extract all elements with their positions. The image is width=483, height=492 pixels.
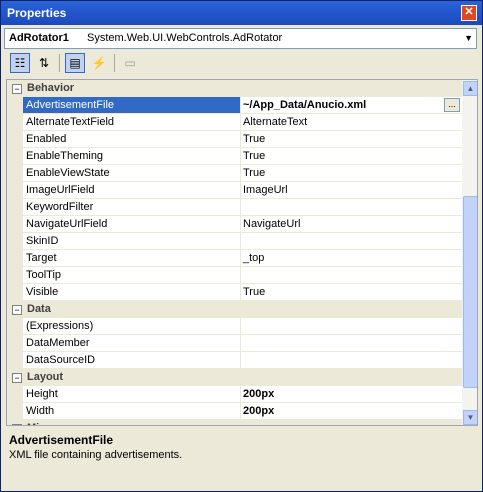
property-row[interactable]: EnableViewState True: [7, 165, 462, 182]
property-name: (Expressions): [23, 318, 241, 335]
object-type: System.Web.UI.WebControls.AdRotator: [87, 32, 283, 44]
property-row[interactable]: (Expressions): [7, 318, 462, 335]
property-name: DataMember: [23, 335, 241, 352]
property-value[interactable]: 200px: [240, 403, 462, 420]
property-name: Height: [23, 386, 241, 403]
category-layout[interactable]: − Layout: [7, 369, 462, 386]
property-value[interactable]: [240, 199, 462, 216]
property-name: EnableViewState: [23, 165, 241, 182]
dropdown-arrow-icon[interactable]: ▼: [464, 33, 473, 43]
property-row[interactable]: ToolTip: [7, 267, 462, 284]
toolbar-separator: [59, 54, 60, 72]
property-name: DataSourceID: [23, 352, 241, 369]
property-name: Target: [23, 250, 241, 267]
property-name: EnableTheming: [23, 148, 241, 165]
collapse-icon[interactable]: −: [12, 84, 22, 94]
property-name: Visible: [23, 284, 241, 301]
property-row[interactable]: SkinID: [7, 233, 462, 250]
collapse-icon[interactable]: −: [12, 305, 22, 315]
property-row[interactable]: DataSourceID: [7, 352, 462, 369]
property-value[interactable]: True: [240, 284, 462, 301]
toolbar-separator: [114, 54, 115, 72]
close-button[interactable]: ✕: [461, 5, 477, 21]
property-pages-icon[interactable]: ▭: [120, 53, 140, 73]
description-panel: AdvertisementFile XML file containing ad…: [4, 427, 477, 489]
vertical-scrollbar[interactable]: ▲ ▼: [462, 80, 477, 425]
property-value[interactable]: [240, 352, 462, 369]
property-value[interactable]: ImageUrl: [240, 182, 462, 199]
description-text: XML file containing advertisements.: [9, 449, 183, 461]
title-bar[interactable]: Properties ✕: [1, 1, 482, 25]
object-selector-dropdown[interactable]: AdRotator1 System.Web.UI.WebControls.AdR…: [4, 28, 477, 49]
property-name: ToolTip: [23, 267, 241, 284]
property-row[interactable]: ImageUrlField ImageUrl: [7, 182, 462, 199]
properties-window: Properties ✕ AdRotator1 System.Web.UI.We…: [0, 0, 483, 492]
property-name: Width: [23, 403, 241, 420]
category-misc[interactable]: − Mi: [7, 420, 462, 425]
property-name: Enabled: [23, 131, 241, 148]
property-row[interactable]: NavigateUrlField NavigateUrl: [7, 216, 462, 233]
scroll-up-icon[interactable]: ▲: [463, 81, 477, 96]
property-value[interactable]: [240, 318, 462, 335]
object-name: AdRotator1: [9, 32, 69, 44]
property-value[interactable]: [240, 335, 462, 352]
property-value[interactable]: ~/App_Data/Anucio.xml: [240, 97, 462, 114]
property-row[interactable]: Target _top: [7, 250, 462, 267]
browse-button[interactable]: ...: [444, 98, 460, 112]
property-row[interactable]: KeywordFilter: [7, 199, 462, 216]
property-row[interactable]: Height 200px: [7, 386, 462, 403]
property-row[interactable]: Enabled True: [7, 131, 462, 148]
category-label: Layout: [27, 371, 64, 383]
property-name: KeywordFilter: [23, 199, 241, 216]
category-data[interactable]: − Data: [7, 301, 462, 318]
property-value[interactable]: True: [240, 148, 462, 165]
property-value[interactable]: [240, 267, 462, 284]
property-row[interactable]: AdvertisementFile ~/App_Data/Anucio.xml …: [7, 97, 462, 114]
property-name: ImageUrlField: [23, 182, 241, 199]
property-row[interactable]: DataMember: [7, 335, 462, 352]
property-row[interactable]: Width 200px: [7, 403, 462, 420]
alphabetical-icon[interactable]: ⇅: [34, 53, 54, 73]
property-grid: − Behavior AdvertisementFile ~/App_Data/…: [6, 79, 478, 426]
categorized-icon[interactable]: ☷: [10, 53, 30, 73]
property-name: AdvertisementFile: [23, 97, 241, 114]
property-name: SkinID: [23, 233, 241, 250]
property-value[interactable]: _top: [240, 250, 462, 267]
scroll-thumb[interactable]: [463, 196, 477, 388]
category-label: Behavior: [27, 82, 75, 94]
events-icon[interactable]: ⚡: [89, 53, 109, 73]
property-row[interactable]: EnableTheming True: [7, 148, 462, 165]
property-row[interactable]: AlternateTextField AlternateText: [7, 114, 462, 131]
category-behavior[interactable]: − Behavior: [7, 80, 462, 97]
category-label: Mi: [27, 422, 39, 425]
property-value[interactable]: True: [240, 165, 462, 182]
property-name: AlternateTextField: [23, 114, 241, 131]
property-value[interactable]: AlternateText: [240, 114, 462, 131]
description-title: AdvertisementFile: [9, 433, 114, 447]
property-value[interactable]: NavigateUrl: [240, 216, 462, 233]
window-title: Properties: [7, 6, 67, 20]
properties-toolbar: ☷ ⇅ ▤ ⚡ ▭: [4, 51, 477, 75]
collapse-icon[interactable]: −: [12, 424, 22, 425]
scroll-down-icon[interactable]: ▼: [463, 410, 477, 425]
collapse-icon[interactable]: −: [12, 373, 22, 383]
property-value[interactable]: 200px: [240, 386, 462, 403]
category-label: Data: [27, 303, 51, 315]
properties-icon[interactable]: ▤: [65, 53, 85, 73]
property-value[interactable]: True: [240, 131, 462, 148]
property-name: NavigateUrlField: [23, 216, 241, 233]
property-value[interactable]: [240, 233, 462, 250]
property-row[interactable]: Visible True: [7, 284, 462, 301]
